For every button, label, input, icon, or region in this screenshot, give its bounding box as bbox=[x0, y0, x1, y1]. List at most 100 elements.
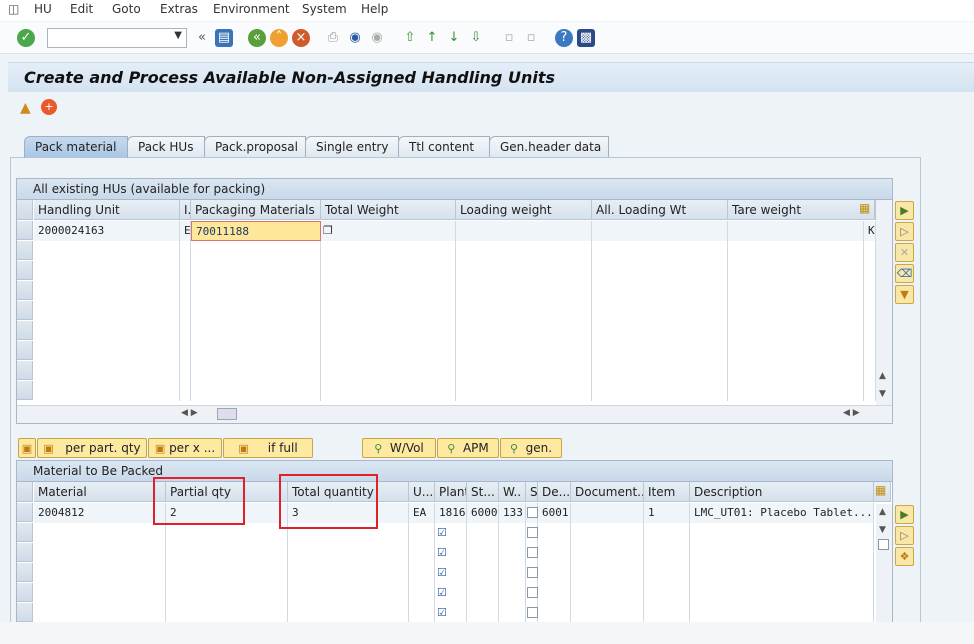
empty-cell[interactable] bbox=[864, 281, 876, 301]
pack-per-x-button[interactable]: ▣ per x ... bbox=[148, 438, 222, 458]
empty-cell[interactable] bbox=[467, 543, 499, 563]
empty-cell[interactable] bbox=[644, 523, 690, 543]
empty-cell[interactable] bbox=[34, 301, 180, 321]
column-header[interactable]: St... bbox=[467, 482, 499, 502]
enter-icon[interactable]: ✓ bbox=[17, 29, 35, 47]
menu-extras[interactable]: Extras bbox=[160, 2, 198, 16]
empty-cell[interactable] bbox=[864, 261, 876, 281]
delete-icon[interactable]: ⌫ bbox=[895, 264, 914, 283]
cancel-icon[interactable]: × bbox=[292, 29, 310, 47]
checkbox-checked-icon[interactable]: ☑ bbox=[437, 566, 447, 579]
empty-cell[interactable] bbox=[467, 603, 499, 623]
row-selector[interactable] bbox=[17, 361, 33, 380]
empty-cell[interactable] bbox=[690, 603, 874, 623]
row-selector[interactable] bbox=[17, 321, 33, 340]
details-icon[interactable]: ▶ bbox=[895, 201, 914, 220]
empty-cell[interactable] bbox=[456, 381, 592, 401]
empty-cell[interactable] bbox=[728, 341, 864, 361]
empty-cell[interactable] bbox=[191, 361, 321, 381]
last-page-icon[interactable]: ⇩ bbox=[467, 29, 485, 47]
empty-cell[interactable] bbox=[288, 543, 409, 563]
scroll-down-icon[interactable]: ▼ bbox=[879, 525, 886, 535]
empty-cell[interactable] bbox=[288, 563, 409, 583]
table-cell[interactable]: 133 bbox=[499, 503, 526, 523]
row-selector[interactable] bbox=[17, 503, 33, 522]
unassign-icon[interactable]: ✕ bbox=[895, 243, 914, 262]
save-icon[interactable]: ▤ bbox=[215, 29, 233, 47]
column-header[interactable]: Description bbox=[690, 482, 874, 502]
empty-cell[interactable] bbox=[180, 321, 191, 341]
table-cell[interactable]: 1 bbox=[644, 503, 690, 523]
scroll-thumb[interactable] bbox=[217, 408, 237, 420]
find-next-icon[interactable]: ◉ bbox=[368, 29, 386, 47]
empty-cell[interactable] bbox=[690, 543, 874, 563]
s-checkbox[interactable] bbox=[527, 587, 538, 598]
empty-cell[interactable] bbox=[409, 583, 435, 603]
empty-cell[interactable] bbox=[34, 281, 180, 301]
empty-cell[interactable] bbox=[571, 563, 644, 583]
empty-cell[interactable] bbox=[499, 523, 526, 543]
empty-cell[interactable] bbox=[728, 321, 864, 341]
select-all-cell[interactable] bbox=[17, 200, 33, 220]
empty-cell[interactable] bbox=[499, 583, 526, 603]
row-checkbox[interactable] bbox=[878, 539, 889, 550]
empty-cell[interactable] bbox=[191, 241, 321, 261]
empty-cell[interactable] bbox=[538, 603, 571, 623]
column-header[interactable]: Tare weight bbox=[728, 200, 864, 220]
empty-cell[interactable] bbox=[728, 241, 864, 261]
value-help-icon[interactable]: ❐ bbox=[323, 224, 333, 237]
empty-cell[interactable] bbox=[180, 241, 191, 261]
table-cell[interactable]: 6001 bbox=[538, 503, 571, 523]
empty-cell[interactable] bbox=[34, 361, 180, 381]
next-page-icon[interactable]: ↓ bbox=[445, 29, 463, 47]
shortcut-icon[interactable]: ▫ bbox=[522, 29, 540, 47]
column-header[interactable]: W.. bbox=[499, 482, 526, 502]
select-all-cell[interactable] bbox=[17, 482, 33, 502]
column-header[interactable]: Handling Unit bbox=[34, 200, 180, 220]
menu-environment[interactable]: Environment bbox=[213, 2, 290, 16]
empty-cell[interactable] bbox=[321, 281, 456, 301]
help-icon[interactable]: ? bbox=[555, 29, 573, 47]
s-checkbox[interactable] bbox=[527, 607, 538, 618]
table-cell[interactable]: K bbox=[864, 221, 876, 241]
table-cell[interactable] bbox=[571, 503, 644, 523]
table-cell[interactable]: LMC_UT01: Placebo Tablet........ bbox=[690, 503, 874, 523]
row-selector[interactable] bbox=[17, 543, 33, 562]
empty-cell[interactable] bbox=[499, 563, 526, 583]
empty-cell[interactable] bbox=[467, 563, 499, 583]
pack-per-part-qty-button[interactable]: ▣ per part. qty bbox=[37, 438, 147, 458]
s-checkbox[interactable] bbox=[527, 547, 538, 558]
empty-cell[interactable] bbox=[456, 301, 592, 321]
empty-cell[interactable] bbox=[34, 563, 166, 583]
empty-cell[interactable] bbox=[288, 603, 409, 623]
command-field[interactable]: ▼ bbox=[47, 28, 187, 48]
column-header[interactable]: Material bbox=[34, 482, 166, 502]
empty-cell[interactable] bbox=[571, 603, 644, 623]
empty-cell[interactable] bbox=[180, 301, 191, 321]
column-header[interactable]: De... bbox=[538, 482, 571, 502]
packaging-material-input[interactable]: 70011188 bbox=[191, 221, 321, 241]
select-detail-icon[interactable]: ▷ bbox=[895, 526, 914, 545]
empty-cell[interactable] bbox=[191, 341, 321, 361]
empty-cell[interactable] bbox=[321, 261, 456, 281]
empty-cell[interactable] bbox=[592, 281, 728, 301]
empty-cell[interactable] bbox=[499, 543, 526, 563]
empty-cell[interactable] bbox=[321, 381, 456, 401]
table-cell[interactable]: 2004812 bbox=[34, 503, 166, 523]
horizontal-scrollbar[interactable] bbox=[17, 405, 892, 423]
menu-system[interactable]: System bbox=[302, 2, 347, 16]
empty-cell[interactable] bbox=[499, 603, 526, 623]
select-detail-icon[interactable]: ▷ bbox=[895, 222, 914, 241]
empty-cell[interactable] bbox=[467, 583, 499, 603]
empty-cell[interactable] bbox=[728, 261, 864, 281]
exit-icon[interactable]: ˄ bbox=[270, 29, 288, 47]
pack-if-full-button[interactable]: ▣ if full bbox=[223, 438, 313, 458]
empty-cell[interactable] bbox=[456, 281, 592, 301]
column-header[interactable]: Loading weight bbox=[456, 200, 592, 220]
customize-icon[interactable]: ▩ bbox=[577, 29, 595, 47]
vertical-scrollbar[interactable] bbox=[876, 504, 892, 629]
empty-cell[interactable] bbox=[728, 301, 864, 321]
empty-cell[interactable] bbox=[864, 341, 876, 361]
empty-cell[interactable] bbox=[538, 583, 571, 603]
empty-cell[interactable] bbox=[321, 361, 456, 381]
